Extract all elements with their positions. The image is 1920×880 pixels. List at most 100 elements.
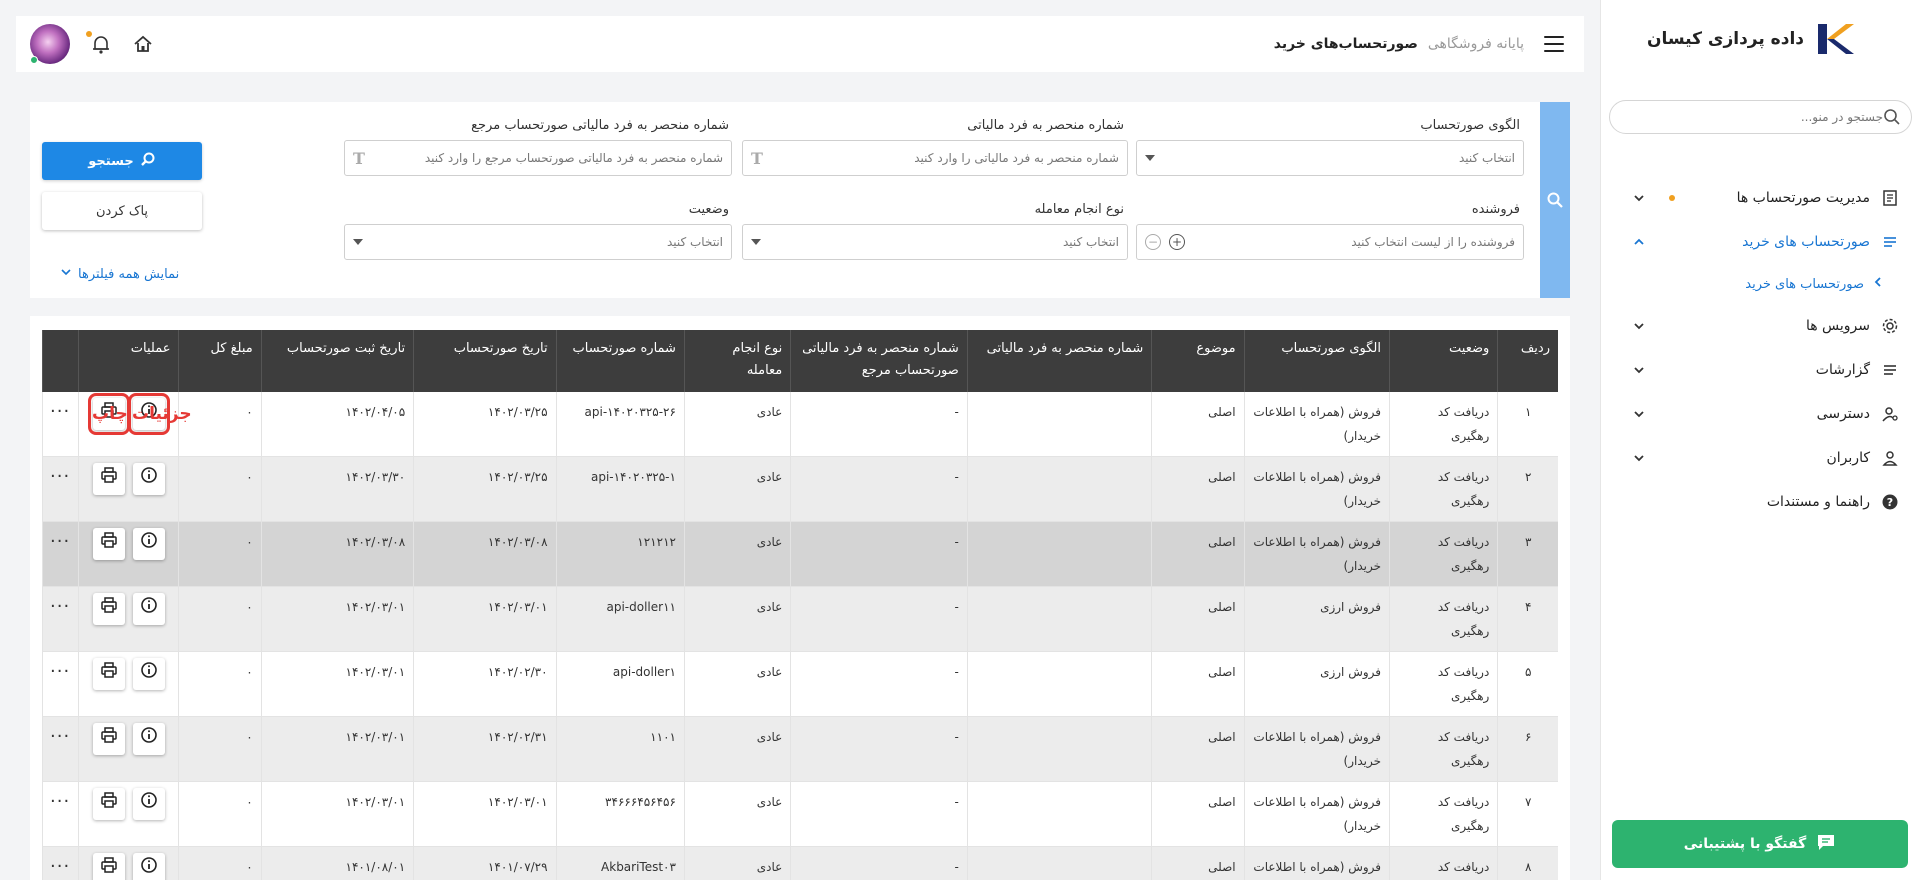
sidebar-item-purchase-invoices[interactable]: صورتحساب های خرید: [1601, 220, 1920, 264]
deal-type-select[interactable]: انتخاب کنید: [742, 224, 1128, 260]
sidebar-search[interactable]: [1609, 100, 1912, 134]
more-options-icon[interactable]: ···: [41, 392, 79, 457]
table-row[interactable]: ۶ دریافت کد رهگیری فروش (همراه با اطلاعات …: [41, 716, 1558, 782]
details-button[interactable]: [132, 658, 165, 690]
more-options-icon[interactable]: ···: [41, 846, 79, 880]
row-number-cell: ۶: [1497, 716, 1558, 782]
tax-id-filter-label: شماره منحصر به فرد مالیاتی: [967, 118, 1124, 133]
sidebar-item-access[interactable]: دسترسی: [1601, 392, 1920, 436]
brand[interactable]: داده پردازی کیسان: [1647, 22, 1856, 56]
dropdown-arrow-icon: [1145, 155, 1155, 161]
table-row[interactable]: ۱ دریافت کد رهگیری فروش (همراه با اطلاعات …: [41, 392, 1558, 457]
invoice-date-cell: ۱۴۰۲/۰۳/۰۱: [413, 781, 557, 847]
more-options-icon[interactable]: ···: [41, 586, 79, 652]
table-row[interactable]: ۵ دریافت کد رهگیری فروش ارزی اصلی - عادی api-d…: [41, 651, 1558, 717]
table-row[interactable]: ۲ دریافت کد رهگیری فروش (همراه با اطلاعات …: [41, 456, 1558, 522]
more-options-icon[interactable]: ···: [41, 781, 79, 847]
column-header-ref-tax-id[interactable]: شماره منحصر به فرد مالیاتی صورتحساب مرجع: [790, 330, 968, 392]
avatar[interactable]: [30, 24, 70, 64]
column-header-pattern[interactable]: الگوی صورتحساب: [1243, 330, 1390, 392]
pattern-filter-label: الگوی صورتحساب: [1420, 118, 1520, 133]
deal-type-cell: عادی: [683, 846, 791, 880]
details-button[interactable]: [132, 788, 165, 820]
pattern-select[interactable]: انتخاب کنید: [1136, 140, 1524, 176]
row-number-cell: ۸: [1497, 846, 1558, 880]
notification-dot: [86, 31, 92, 37]
column-header-deal-type[interactable]: نوع انجام معامله: [683, 330, 791, 392]
more-options-icon[interactable]: ···: [41, 456, 79, 522]
seller-placeholder: فروشنده را از لیست انتخاب کنید: [1351, 235, 1515, 249]
sidebar-item-label: گزارشات: [1815, 362, 1870, 378]
column-header-invoice-date[interactable]: تاریخ صورتحساب: [413, 330, 557, 392]
print-button[interactable]: [92, 723, 125, 755]
column-header-tax-id[interactable]: شماره منحصر به فرد مالیاتی: [966, 330, 1152, 392]
details-button[interactable]: [132, 528, 165, 560]
details-button[interactable]: [132, 853, 165, 880]
support-chat-button[interactable]: گفتگو با پشتیبانی: [1612, 820, 1908, 868]
more-options-icon[interactable]: ···: [41, 716, 79, 782]
row-number-cell: ۳: [1497, 521, 1558, 587]
ref-tax-id-input[interactable]: شماره منحصر به فرد مالیاتی صورتحساب مرجع…: [344, 140, 732, 176]
table-row[interactable]: ۸دریافت کد رهگیریفروش (همراه با اطلاعات …: [41, 846, 1558, 880]
search-button[interactable]: جستجو: [42, 142, 202, 180]
table-row[interactable]: ۷ دریافت کد رهگیری فروش (همراه با اطلاعات …: [41, 781, 1558, 847]
status-cell: دریافت کد رهگیری: [1389, 456, 1498, 522]
invoice-date-cell: ۱۴۰۲/۰۲/۳۱: [413, 716, 557, 782]
sidebar-item-invoice-management[interactable]: مدیریت صورتحساب ها: [1601, 176, 1920, 220]
breadcrumb-parent[interactable]: پایانه فروشگاهی: [1428, 36, 1524, 52]
subject-cell: اصلی: [1151, 651, 1245, 717]
total-amount-cell: ۰: [178, 651, 262, 717]
sidebar-item-services[interactable]: سرویس ها: [1601, 304, 1920, 348]
pattern-cell: فروش ارزی: [1243, 651, 1390, 717]
submenu-item-purchase-invoices[interactable]: صورتحساب های خرید: [1601, 264, 1920, 304]
invoice-date-cell: ۱۴۰۱/۰۷/۲۹: [413, 846, 557, 880]
status-select[interactable]: انتخاب کنید: [344, 224, 732, 260]
details-button[interactable]: [132, 593, 165, 625]
details-button[interactable]: [132, 463, 165, 495]
print-button[interactable]: [92, 593, 125, 625]
print-button[interactable]: [92, 658, 125, 690]
sidebar: داده پردازی کیسان مدیریت صورتحساب ها صور…: [1600, 0, 1920, 880]
operations-cell: [78, 651, 179, 717]
ref-tax-id-placeholder: شماره منحصر به فرد مالیاتی صورتحساب مرجع…: [424, 151, 723, 165]
seller-select[interactable]: فروشنده را از لیست انتخاب کنید + −: [1136, 224, 1524, 260]
details-button[interactable]: [132, 723, 165, 755]
column-header-invoice-number[interactable]: شماره صورتحساب: [555, 330, 685, 392]
list-icon: [1880, 232, 1900, 252]
column-header-row-number[interactable]: ردیف: [1497, 330, 1558, 392]
table-body: ۱ دریافت کد رهگیری فروش (همراه با اطلاعات …: [41, 392, 1558, 880]
sidebar-item-users[interactable]: کاربران: [1601, 436, 1920, 480]
invoice-number-cell: api-۱۴۰۲۰۳۲۵-۱: [555, 456, 685, 522]
print-button[interactable]: [92, 853, 125, 880]
home-icon[interactable]: [132, 33, 154, 55]
pattern-cell: فروش (همراه با اطلاعات خریدار): [1243, 521, 1390, 587]
operations-cell: [78, 781, 179, 847]
table-row[interactable]: ۴ دریافت کد رهگیری فروش ارزی اصلی - عادی api-d…: [41, 586, 1558, 652]
clear-button[interactable]: پاک کردن: [42, 192, 202, 230]
filter-toggle-strip[interactable]: [1540, 102, 1570, 298]
print-annotation: چاپ: [92, 404, 128, 424]
more-options-icon[interactable]: ···: [41, 651, 79, 717]
table-row[interactable]: ۳ دریافت کد رهگیری فروش (همراه با اطلاعات …: [41, 521, 1558, 587]
print-button[interactable]: [92, 528, 125, 560]
sidebar-item-reports[interactable]: گزارشات: [1601, 348, 1920, 392]
registration-date-cell: ۱۴۰۲/۰۳/۰۱: [260, 781, 414, 847]
support-chat-label: گفتگو با پشتیبانی: [1683, 836, 1807, 852]
sidebar-item-help[interactable]: ? راهنما و مستندات: [1601, 480, 1920, 524]
tax-id-input[interactable]: شماره منحصر به فرد مالیاتی را وارد کنید …: [742, 140, 1128, 176]
column-header-registration-date[interactable]: تاریخ ثبت صورتحساب: [260, 330, 414, 392]
ref-tax-id-cell: -: [790, 456, 968, 522]
column-header-subject[interactable]: موضوع: [1151, 330, 1245, 392]
column-header-total-amount[interactable]: مبلغ کل: [178, 330, 262, 392]
add-seller-icon[interactable]: +: [1169, 234, 1185, 250]
print-button[interactable]: [92, 463, 125, 495]
more-options-icon[interactable]: ···: [41, 521, 79, 587]
seller-filter-label: فروشنده: [1471, 202, 1520, 217]
notification-bell-icon[interactable]: [86, 31, 112, 55]
column-header-status[interactable]: وضعیت: [1389, 330, 1498, 392]
show-all-filters-link[interactable]: نمایش همه فیلترها: [60, 266, 179, 282]
remove-seller-icon[interactable]: −: [1145, 234, 1161, 250]
sidebar-search-input[interactable]: [1620, 110, 1883, 124]
hamburger-menu-icon[interactable]: [1544, 36, 1564, 52]
print-button[interactable]: [92, 788, 125, 820]
